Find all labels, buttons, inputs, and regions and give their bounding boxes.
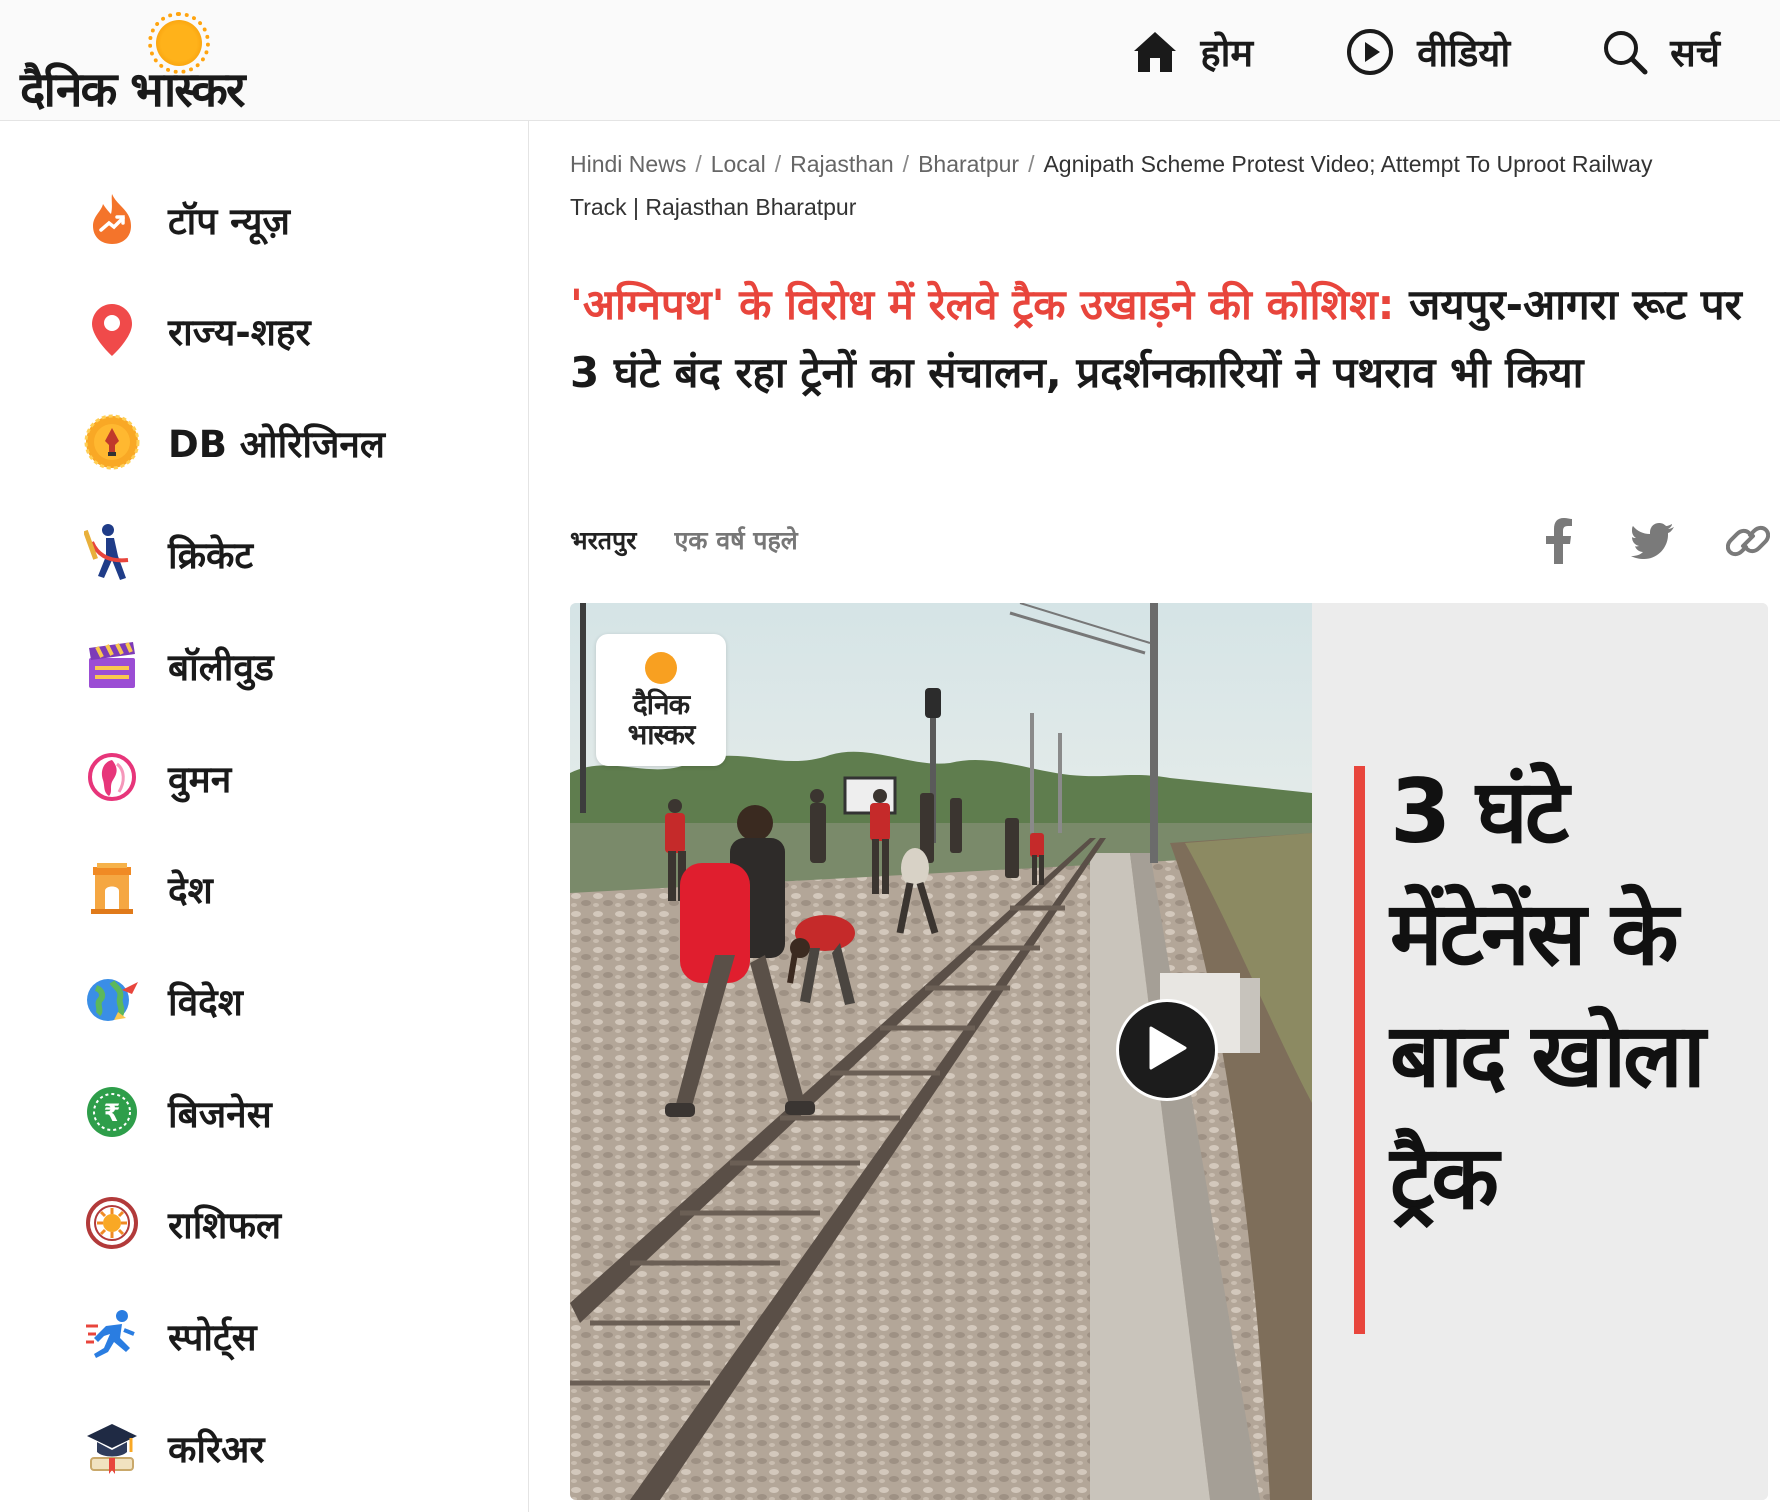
sidebar-item-label: बॉलीवुड [168, 645, 274, 689]
sidebar-item-top-news[interactable]: टॉप न्यूज़ [84, 187, 290, 251]
video-caption-panel: 3 घंटे मेंटेनेंस के बाद खोला ट्रैक [1312, 603, 1768, 1500]
db-original-pen-icon [84, 414, 140, 470]
play-icon [1147, 1026, 1187, 1074]
sidebar-item-db-original[interactable]: DB ओरिजिनल [84, 410, 385, 474]
breadcrumb-link-hindi-news[interactable]: Hindi News [570, 151, 686, 177]
nav-home-label: होम [1200, 31, 1254, 75]
svg-text:₹: ₹ [104, 1099, 121, 1127]
video-player[interactable]: दैनिक भास्कर 3 घंटे मेंटेनेंस के बाद खोल… [570, 603, 1768, 1500]
cricket-batsman-icon [84, 524, 140, 581]
article-main: Hindi News / Local / Rajasthan / Bharatpur / Agn… [530, 121, 1780, 1512]
watermark-sun [645, 652, 677, 684]
sidebar-item-horoscope[interactable]: राशिफल [84, 1191, 281, 1255]
sidebar-item-label: विदेश [168, 980, 243, 1024]
sidebar-item-label: देश [168, 868, 213, 912]
breadcrumb-separator: / [902, 151, 910, 177]
share-bar [1520, 513, 1780, 573]
breadcrumb-separator: / [695, 151, 702, 177]
top-navigation: होम वीडियो सर्च [1040, 26, 1720, 78]
link-icon[interactable] [1720, 513, 1776, 569]
sidebar-item-label: करिअर [168, 1427, 265, 1471]
breadcrumb-link-bharatpur[interactable]: Bharatpur [918, 151, 1019, 177]
breadcrumb: Hindi News / Local / Rajasthan / Bharatpur / Agn… [570, 143, 1710, 229]
clapperboard-icon [84, 637, 140, 693]
sidebar-item-label: वुमन [168, 757, 232, 801]
article-meta: भरतपुर एक वर्ष पहले [570, 523, 798, 557]
sidebar-item-state-city[interactable]: राज्य-शहर [84, 298, 311, 362]
sidebar-item-label: टॉप न्यूज़ [168, 199, 290, 243]
video-caption-text: 3 घंटे मेंटेनेंस के बाद खोला ट्रैक [1390, 760, 1706, 1229]
sidebar-item-bollywood[interactable]: बॉलीवुड [84, 633, 274, 697]
sidebar-item-cricket[interactable]: क्रिकेट [84, 521, 253, 585]
sidebar-item-label: राशिफल [168, 1203, 282, 1247]
woman-silhouette-icon [84, 749, 140, 805]
search-icon [1602, 29, 1648, 75]
sidebar-item-label: राज्य-शहर [168, 310, 311, 354]
article-location[interactable]: भरतपुर [570, 523, 636, 557]
twitter-icon[interactable] [1625, 513, 1681, 569]
nav-search[interactable]: सर्च [1602, 26, 1720, 78]
flame-trend-icon [84, 191, 140, 247]
article-headline: 'अग्निपथ' के विरोध में रेलवे ट्रैक उखाड़… [570, 271, 1770, 407]
play-circle-icon [1345, 27, 1395, 77]
nav-home[interactable]: होम [1132, 26, 1253, 78]
nav-video-label: वीडियो [1417, 31, 1511, 75]
sidebar-item-business[interactable]: ₹ बिजनेस [84, 1080, 272, 1144]
globe-plane-icon [84, 972, 140, 1028]
nav-video[interactable]: वीडियो [1345, 26, 1510, 78]
nav-search-label: सर्च [1670, 31, 1720, 75]
headline-accent: 'अग्निपथ' के विरोध में रेलवे ट्रैक उखाड़… [570, 280, 1395, 329]
dainik-bhaskar-logo[interactable]: दैनिक भास्कर [20, 8, 320, 118]
india-gate-icon [84, 860, 140, 916]
caption-accent-bar [1354, 766, 1365, 1334]
location-pin-icon [84, 302, 140, 358]
logo-text: दैनिक भास्कर [20, 62, 245, 118]
sidebar-item-label: स्पोर्ट्स [168, 1315, 257, 1359]
sidebar: टॉप न्यूज़ राज्य-शहर DB ओरिजिनल क्रिकेट … [0, 121, 529, 1512]
breadcrumb-link-local[interactable]: Local [711, 151, 766, 177]
sidebar-item-world[interactable]: विदेश [84, 968, 243, 1032]
breadcrumb-separator: / [774, 151, 782, 177]
home-icon [1132, 30, 1178, 74]
graduation-cap-icon [84, 1419, 140, 1475]
breadcrumb-separator: / [1028, 151, 1035, 177]
sidebar-item-career[interactable]: करिअर [84, 1415, 265, 1479]
video-logo-watermark: दैनिक भास्कर [596, 634, 726, 766]
runner-icon [84, 1307, 140, 1363]
sidebar-item-sports[interactable]: स्पोर्ट्स [84, 1303, 257, 1367]
site-header: दैनिक भास्कर होम वीडियो सर्च [0, 0, 1780, 121]
sidebar-item-label: क्रिकेट [168, 533, 254, 577]
facebook-icon[interactable] [1530, 513, 1586, 569]
sidebar-item-label: बिजनेस [168, 1092, 272, 1136]
article-published-time: एक वर्ष पहले [674, 526, 798, 555]
video-play-button[interactable] [1116, 999, 1218, 1101]
sidebar-item-country[interactable]: देश [84, 856, 213, 920]
watermark-text: दैनिक भास्कर [627, 688, 696, 751]
sidebar-item-woman[interactable]: वुमन [84, 745, 231, 809]
breadcrumb-link-rajasthan[interactable]: Rajasthan [790, 151, 894, 177]
sidebar-item-label: DB ओरिजिनल [168, 422, 386, 466]
zodiac-wheel-icon [84, 1195, 140, 1251]
rupee-coin-icon: ₹ [84, 1084, 140, 1140]
